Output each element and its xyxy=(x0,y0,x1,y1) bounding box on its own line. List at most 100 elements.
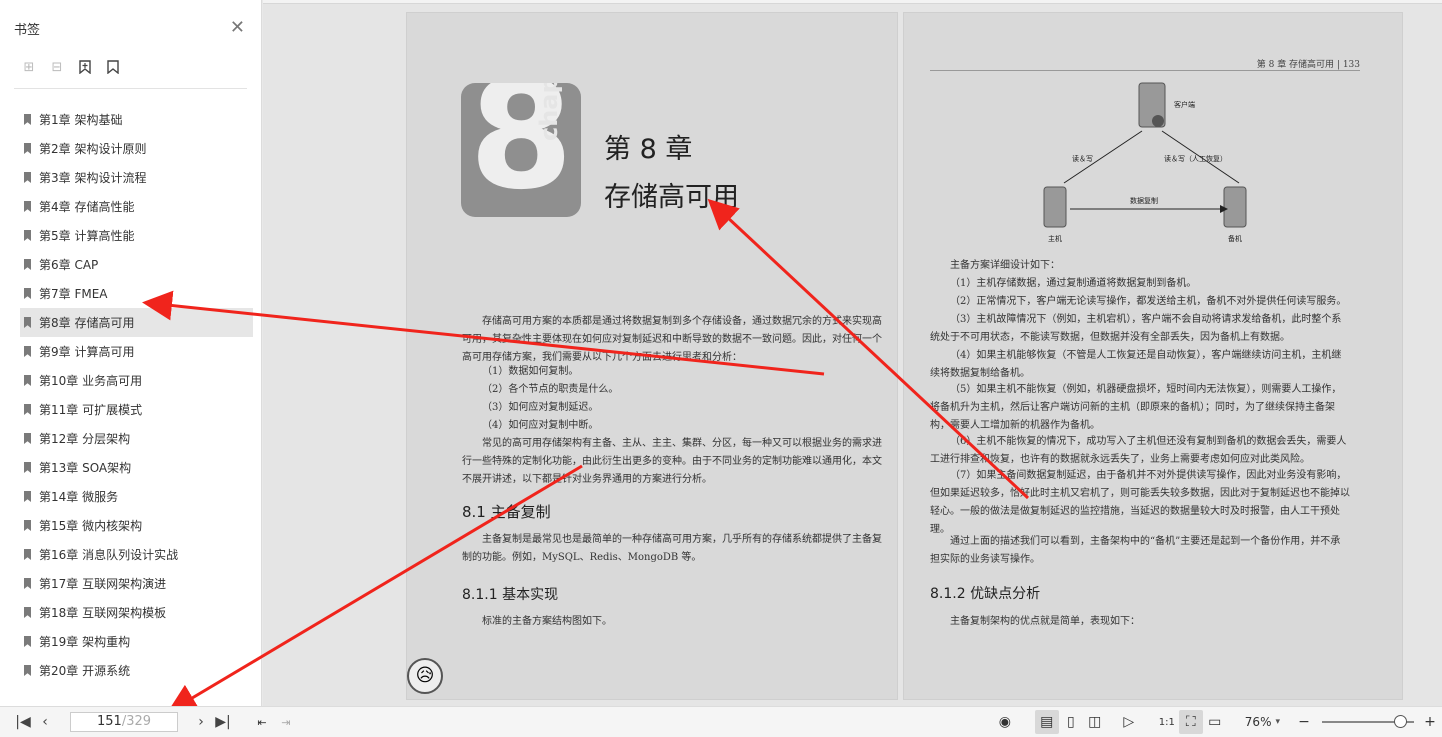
bookmark-icon xyxy=(24,491,31,502)
bookmark-toolbar: ⊞ ⊟ xyxy=(0,56,261,78)
bookmark-item[interactable]: 第3章 架构设计流程 xyxy=(22,163,254,192)
zoom-level[interactable]: 76% xyxy=(1245,715,1272,729)
eye-icon[interactable]: ◉ xyxy=(993,710,1017,734)
first-page-icon[interactable]: |◀ xyxy=(12,711,34,733)
next-page-icon[interactable]: › xyxy=(190,711,212,733)
bookmark-item[interactable]: 第8章 存储高可用 xyxy=(20,308,253,337)
document-view[interactable]: 8 chapter 第 8 章 存储高可用 存储高可用方案的本质都是通过将数据复… xyxy=(263,0,1442,706)
bookmark-label: 第7章 FMEA xyxy=(39,287,108,301)
bookmark-label: 第18章 互联网架构模板 xyxy=(39,606,167,620)
running-head: 第 8 章 存储高可用 | 133 xyxy=(930,57,1360,71)
detail-5: （5）如果主机不能恢复（例如，机器硬盘损坏，短时间内无法恢复），则需要人工操作，… xyxy=(930,384,1342,431)
chapter-title: 存储高可用 xyxy=(604,182,739,213)
bookmark-label: 第19章 架构重构 xyxy=(39,635,131,649)
bookmark-item[interactable]: 第10章 业务高可用 xyxy=(22,366,254,395)
pdf-reader: 书签 ✕ ⊞ ⊟ 第1章 架构基础 第2章 架构设计原则 第3章 架构设计流程 第4章… xyxy=(0,0,1442,737)
current-page: 151 xyxy=(96,714,122,729)
page-number-input[interactable]: 151/329 xyxy=(70,712,178,732)
bookmark-label: 第17章 互联网架构演进 xyxy=(39,577,167,591)
zoom-slider[interactable] xyxy=(1322,715,1414,728)
bookmark-item[interactable]: 第20章 开源系统 xyxy=(22,656,254,685)
bookmark-icon xyxy=(24,114,31,125)
paragraph-2: 常见的高可用存储架构有主备、主从、主主、集群、分区，每一种又可以根据业务的需求进… xyxy=(462,438,882,485)
prev-page-icon[interactable]: ‹ xyxy=(34,711,56,733)
bookmark-item[interactable]: 第19章 架构重构 xyxy=(22,627,254,656)
bookmark-item[interactable]: 第14章 微服务 xyxy=(22,482,254,511)
bookmark-item[interactable]: 第15章 微内核架构 xyxy=(22,511,254,540)
section-heading-8-1-1: 8.1.1 基本实现 xyxy=(462,587,559,603)
bookmark-item[interactable]: 第1章 架构基础 xyxy=(22,105,254,134)
point-4: （4）如何应对复制中断。 xyxy=(482,420,599,431)
bookmark-item[interactable]: 第9章 计算高可用 xyxy=(22,337,254,366)
last-page-icon[interactable]: ▶| xyxy=(212,711,234,733)
bookmark-label: 第4章 存储高性能 xyxy=(39,200,135,214)
bookmark-icon xyxy=(24,346,31,357)
bookmark-label: 第14章 微服务 xyxy=(39,490,119,504)
bookmark-item[interactable]: 第12章 分层架构 xyxy=(22,424,254,453)
bookmark-label: 第10章 业务高可用 xyxy=(39,374,143,388)
play-icon[interactable]: ▷ xyxy=(1117,710,1141,734)
zoom-in-icon[interactable]: + xyxy=(1418,710,1442,734)
bookmark-item[interactable]: 第18章 互联网架构模板 xyxy=(22,598,254,627)
diagram-edge-right-label: 读＆写（人工恢复） xyxy=(1164,154,1227,163)
bookmark-item[interactable]: 第7章 FMEA xyxy=(22,279,254,308)
zoom-slider-knob[interactable] xyxy=(1394,715,1408,728)
paragraph-4: 标准的主备方案结构图如下。 xyxy=(482,616,612,627)
bookmark-icon xyxy=(24,665,31,676)
detail-4: （4）如果主机能够恢复（不管是人工恢复还是自动恢复），客户端继续访问主机，主机继… xyxy=(930,350,1342,379)
bookmark-item[interactable]: 第2章 架构设计原则 xyxy=(22,134,254,163)
bookmark-icon xyxy=(24,578,31,589)
back-icon[interactable]: ⇤ xyxy=(250,710,274,734)
bookmark-item[interactable]: 第4章 存储高性能 xyxy=(22,192,254,221)
detail-7: （7）如果主备间数据复制延迟，由于备机并不对外提供读写操作，因此对业务没有影响，… xyxy=(930,470,1350,535)
bookmark-item[interactable]: 第17章 互联网架构演进 xyxy=(22,569,254,598)
point-2: （2）各个节点的职责是什么。 xyxy=(482,384,619,395)
bookmark-icon[interactable] xyxy=(104,58,122,76)
zoom-out-icon[interactable]: − xyxy=(1292,710,1316,734)
bookmark-item[interactable]: 第13章 SOA架构 xyxy=(22,453,254,482)
bookmark-item[interactable]: 第11章 可扩展模式 xyxy=(22,395,254,424)
detail-6: （6）主机不能恢复的情况下，成功写入了主机但还没有复制到备机的数据会丢失，需要人… xyxy=(930,436,1347,465)
emoji-sticker-icon: 😥 xyxy=(407,658,443,694)
bookmark-icon xyxy=(24,549,31,560)
bookmark-label: 第15章 微内核架构 xyxy=(39,519,143,533)
fit-width-icon[interactable]: ▭ xyxy=(1203,710,1227,734)
single-page-icon[interactable]: ▤ xyxy=(1034,710,1059,734)
bookmark-icon xyxy=(24,375,31,386)
forward-icon[interactable]: ⇥ xyxy=(274,710,298,734)
continuous-icon[interactable]: ▯ xyxy=(1059,710,1083,734)
bookmark-item[interactable]: 第5章 计算高性能 xyxy=(22,221,254,250)
bookmark-panel: 书签 ✕ ⊞ ⊟ 第1章 架构基础 第2章 架构设计原则 第3章 架构设计流程 第4章… xyxy=(0,0,262,706)
page-right: 第 8 章 存储高可用 | 133 客户端 读＆写 读＆写（人工恢复） 数据复制… xyxy=(903,12,1403,700)
bookmark-icon xyxy=(24,230,31,241)
chapter-title-number: 第 8 章 xyxy=(604,134,693,165)
chapter-word: chapter xyxy=(535,83,563,141)
remove-bookmark-icon[interactable]: ⊟ xyxy=(48,58,66,76)
close-icon[interactable]: ✕ xyxy=(230,19,245,37)
bookmark-label: 第8章 存储高可用 xyxy=(39,316,135,330)
bookmark-label: 第5章 计算高性能 xyxy=(39,229,135,243)
detail-2: （2）正常情况下，客户端无论读写操作，都发送给主机，备机不对外提供任何读写服务。 xyxy=(950,296,1347,307)
section-heading-8-1-2: 8.1.2 优缺点分析 xyxy=(930,586,1041,602)
fit-page-icon[interactable]: ⛶ xyxy=(1178,710,1203,734)
bookmark-label: 第20章 开源系统 xyxy=(39,664,131,678)
bookmark-add-icon[interactable] xyxy=(76,58,94,76)
bookmark-icon xyxy=(24,433,31,444)
bookmark-icon xyxy=(24,288,31,299)
two-page-icon[interactable]: ◫ xyxy=(1083,710,1107,734)
bookmark-icon xyxy=(24,404,31,415)
bookmark-item[interactable]: 第6章 CAP xyxy=(22,250,254,279)
diagram-replication-label: 数据复制 xyxy=(1130,196,1158,205)
add-bookmark-icon[interactable]: ⊞ xyxy=(20,58,38,76)
bookmark-icon xyxy=(24,520,31,531)
bookmark-label: 第11章 可扩展模式 xyxy=(39,403,143,417)
diagram-client-label: 客户端 xyxy=(1174,100,1195,109)
bookmark-icon xyxy=(24,636,31,647)
diagram-backup-label: 备机 xyxy=(1228,234,1242,243)
bookmark-icon xyxy=(24,172,31,183)
bookmark-item[interactable]: 第16章 消息队列设计实战 xyxy=(22,540,254,569)
bookmark-label: 第1章 架构基础 xyxy=(39,113,123,127)
bookmark-icon xyxy=(24,259,31,270)
actual-size-icon[interactable]: 1:1 xyxy=(1155,710,1179,734)
total-pages: /329 xyxy=(121,714,152,729)
